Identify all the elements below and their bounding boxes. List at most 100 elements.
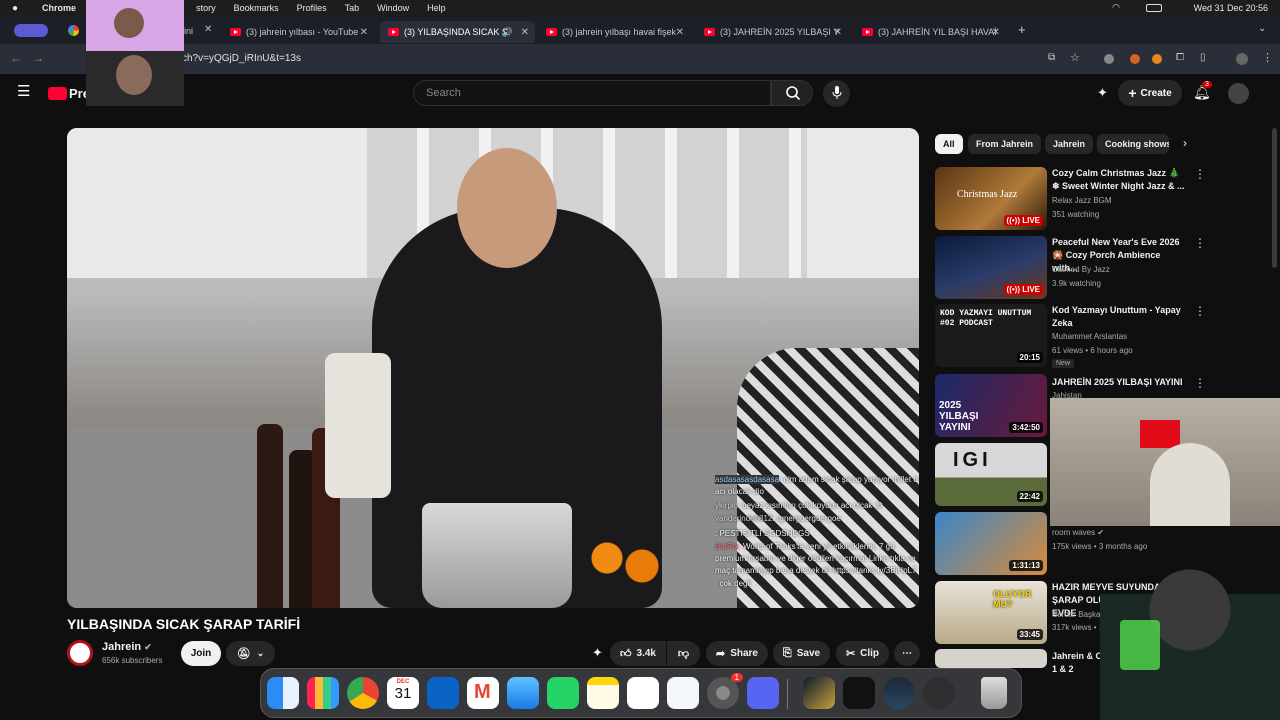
- launchpad-icon[interactable]: [307, 677, 339, 709]
- rec-more-icon[interactable]: ⋮: [1194, 167, 1206, 181]
- tab-havai-jahrein[interactable]: (3) JAHREİN YIL BAŞI HAVAİ ✕: [854, 21, 1006, 43]
- dislike-button[interactable]: 👎︎: [667, 641, 700, 666]
- create-button[interactable]: + Create: [1118, 80, 1182, 106]
- rec-thumbnail[interactable]: OLUYOR MU? 33:45: [935, 581, 1047, 644]
- tab-jahrein-yilbasi[interactable]: (3) jahrein yılbası - YouTube ✕: [222, 21, 374, 43]
- chevron-right-icon[interactable]: ›: [1183, 136, 1187, 150]
- extension-icon[interactable]: [1152, 54, 1162, 64]
- video-player[interactable]: asdasasasdasasa: olm adam sıcak şarap ya…: [67, 128, 919, 608]
- page-scrollbar[interactable]: [1272, 128, 1277, 268]
- tab-jahrein-2025[interactable]: (3) JAHREİN 2025 YILBAŞI Y ✕: [696, 21, 848, 43]
- rec-more-icon[interactable]: ⋮: [1194, 376, 1206, 390]
- trash-icon[interactable]: [981, 677, 1007, 709]
- new-tab-button[interactable]: +: [1018, 22, 1026, 37]
- share-button[interactable]: ➦ Share: [706, 641, 768, 666]
- tab-close-icon[interactable]: ✕: [992, 27, 1000, 38]
- rec-title[interactable]: Cozy Calm Christmas Jazz 🎄❄ Sweet Winter…: [1052, 167, 1187, 193]
- tab-havai-fisek[interactable]: (3) jahrein yılbaşı havai fişek ✕: [538, 21, 690, 43]
- chrome-icon[interactable]: [347, 677, 379, 709]
- rec-more-icon[interactable]: ⋮: [1194, 236, 1206, 250]
- tab-close-icon[interactable]: ✕: [521, 27, 529, 38]
- channel-name[interactable]: Jahrein ✔: [102, 641, 152, 653]
- rec-thumbnail[interactable]: Christmas Jazz ((•)) LIVE: [935, 167, 1047, 230]
- rec-thumbnail[interactable]: IGI 22:42: [935, 443, 1047, 506]
- account-avatar[interactable]: [1228, 83, 1249, 104]
- clip-button[interactable]: ✂ Clip: [836, 641, 889, 666]
- calendar-icon[interactable]: DEC 31: [387, 677, 419, 709]
- studio-spark-icon[interactable]: ✦: [1097, 85, 1108, 101]
- tab-close-icon[interactable]: ✕: [834, 27, 842, 38]
- search-button[interactable]: [771, 80, 813, 106]
- chip-from-jahrein[interactable]: From Jahrein: [968, 134, 1042, 154]
- steam-icon[interactable]: [883, 677, 915, 709]
- google-tab-icon[interactable]: [68, 25, 79, 36]
- league-of-legends-icon[interactable]: [803, 677, 835, 709]
- tab-sicak-sarap[interactable]: (3) YILBAŞINDA SICAK Ş 🔊 ✕: [380, 21, 535, 43]
- finder-icon[interactable]: [267, 677, 299, 709]
- voice-search-button[interactable]: [823, 80, 850, 107]
- install-app-icon[interactable]: ⧉: [1048, 52, 1055, 63]
- apple-icon[interactable]: ●: [12, 3, 18, 14]
- chip-jahrein[interactable]: Jahrein: [1045, 134, 1094, 154]
- rec-thumbnail[interactable]: KOD YAZMAYI UNUTTUM #02 PODCAST 20:15: [935, 304, 1047, 367]
- obs-icon[interactable]: [923, 677, 955, 709]
- menu-bookmarks[interactable]: Bookmarks: [234, 3, 279, 13]
- rec-thumbnail[interactable]: 1:31:13: [935, 512, 1047, 575]
- youtube-logo[interactable]: Pre: [48, 86, 90, 101]
- tab-partial-label[interactable]: ini: [184, 26, 193, 36]
- system-settings-icon[interactable]: 1: [707, 673, 743, 709]
- menu-window[interactable]: Window: [377, 3, 409, 13]
- menu-profiles[interactable]: Profiles: [297, 3, 327, 13]
- capcut-icon[interactable]: [843, 677, 875, 709]
- wifi-icon[interactable]: ◠: [1112, 2, 1120, 13]
- ask-spark-icon[interactable]: ✦: [592, 645, 603, 661]
- tab-close-icon[interactable]: ✕: [676, 27, 684, 38]
- profile-avatar[interactable]: [1236, 53, 1248, 65]
- menubar-app-name[interactable]: Chrome: [42, 3, 76, 13]
- extension-icon[interactable]: [1104, 54, 1114, 64]
- chip-cooking-shows[interactable]: Cooking shows: [1097, 134, 1169, 154]
- menu-help[interactable]: Help: [427, 3, 446, 13]
- url-field[interactable]: ch?v=yQGjD_iRInU&t=13s: [182, 53, 301, 64]
- menubar-clock[interactable]: Wed 31 Dec 20:56: [1194, 3, 1268, 13]
- extensions-puzzle-icon[interactable]: ⧠: [1176, 52, 1184, 63]
- rec-more-icon[interactable]: ⋮: [1194, 304, 1206, 318]
- sidepanel-icon[interactable]: ▯: [1200, 52, 1206, 63]
- freeform-icon[interactable]: [667, 677, 699, 709]
- browser-menu-icon[interactable]: ⋮: [1262, 51, 1273, 64]
- more-actions-button[interactable]: ⋯: [894, 641, 920, 666]
- notifications-button[interactable]: 🔔︎ 3: [1193, 81, 1212, 102]
- whatsapp-icon[interactable]: [547, 677, 579, 709]
- tab-close-icon[interactable]: ✕: [360, 27, 368, 38]
- like-button[interactable]: 👍︎ 3.4k: [610, 641, 666, 666]
- outlook-icon[interactable]: [427, 677, 459, 709]
- rec-thumbnail[interactable]: ((•)) LIVE: [935, 236, 1047, 299]
- rec-thumbnail[interactable]: 2025 YILBAŞI YAYINI 3:42:50: [935, 374, 1047, 437]
- chip-all[interactable]: All: [935, 134, 963, 154]
- search-input[interactable]: Search: [413, 80, 771, 106]
- extension-icon[interactable]: [1130, 54, 1140, 64]
- menu-history[interactable]: story: [196, 3, 216, 13]
- rec-title[interactable]: JAHREİN 2025 YILBAŞI YAYINI: [1052, 376, 1187, 389]
- discord-icon[interactable]: [747, 677, 779, 709]
- subscribed-bell-button[interactable]: 🔕︎ ⌄: [226, 641, 275, 666]
- join-button[interactable]: Join: [181, 641, 221, 666]
- tab-search-icon[interactable]: ⌄: [1258, 23, 1266, 34]
- menu-tab[interactable]: Tab: [345, 3, 360, 13]
- reminders-icon[interactable]: [627, 677, 659, 709]
- rec-title[interactable]: Kod Yazmayı Unuttum - Yapay Zeka: [1052, 304, 1187, 330]
- gmail-icon[interactable]: M: [467, 677, 499, 709]
- bookmark-star-icon[interactable]: ☆: [1070, 51, 1080, 64]
- forward-icon[interactable]: →: [32, 51, 44, 65]
- battery-icon[interactable]: [1146, 4, 1162, 12]
- channel-avatar[interactable]: [67, 640, 93, 666]
- tab-close-icon[interactable]: ✕: [204, 24, 212, 35]
- notes-icon[interactable]: [587, 677, 619, 709]
- speaker-icon[interactable]: 🔊: [502, 27, 513, 38]
- rec-thumbnail[interactable]: [935, 649, 1047, 668]
- back-icon[interactable]: ←: [10, 51, 22, 65]
- mail-icon[interactable]: [507, 677, 539, 709]
- hamburger-menu-icon[interactable]: ☰: [17, 84, 30, 99]
- sidebar-toggle-icon[interactable]: [14, 24, 48, 37]
- save-button[interactable]: ⎘ Save: [773, 641, 830, 666]
